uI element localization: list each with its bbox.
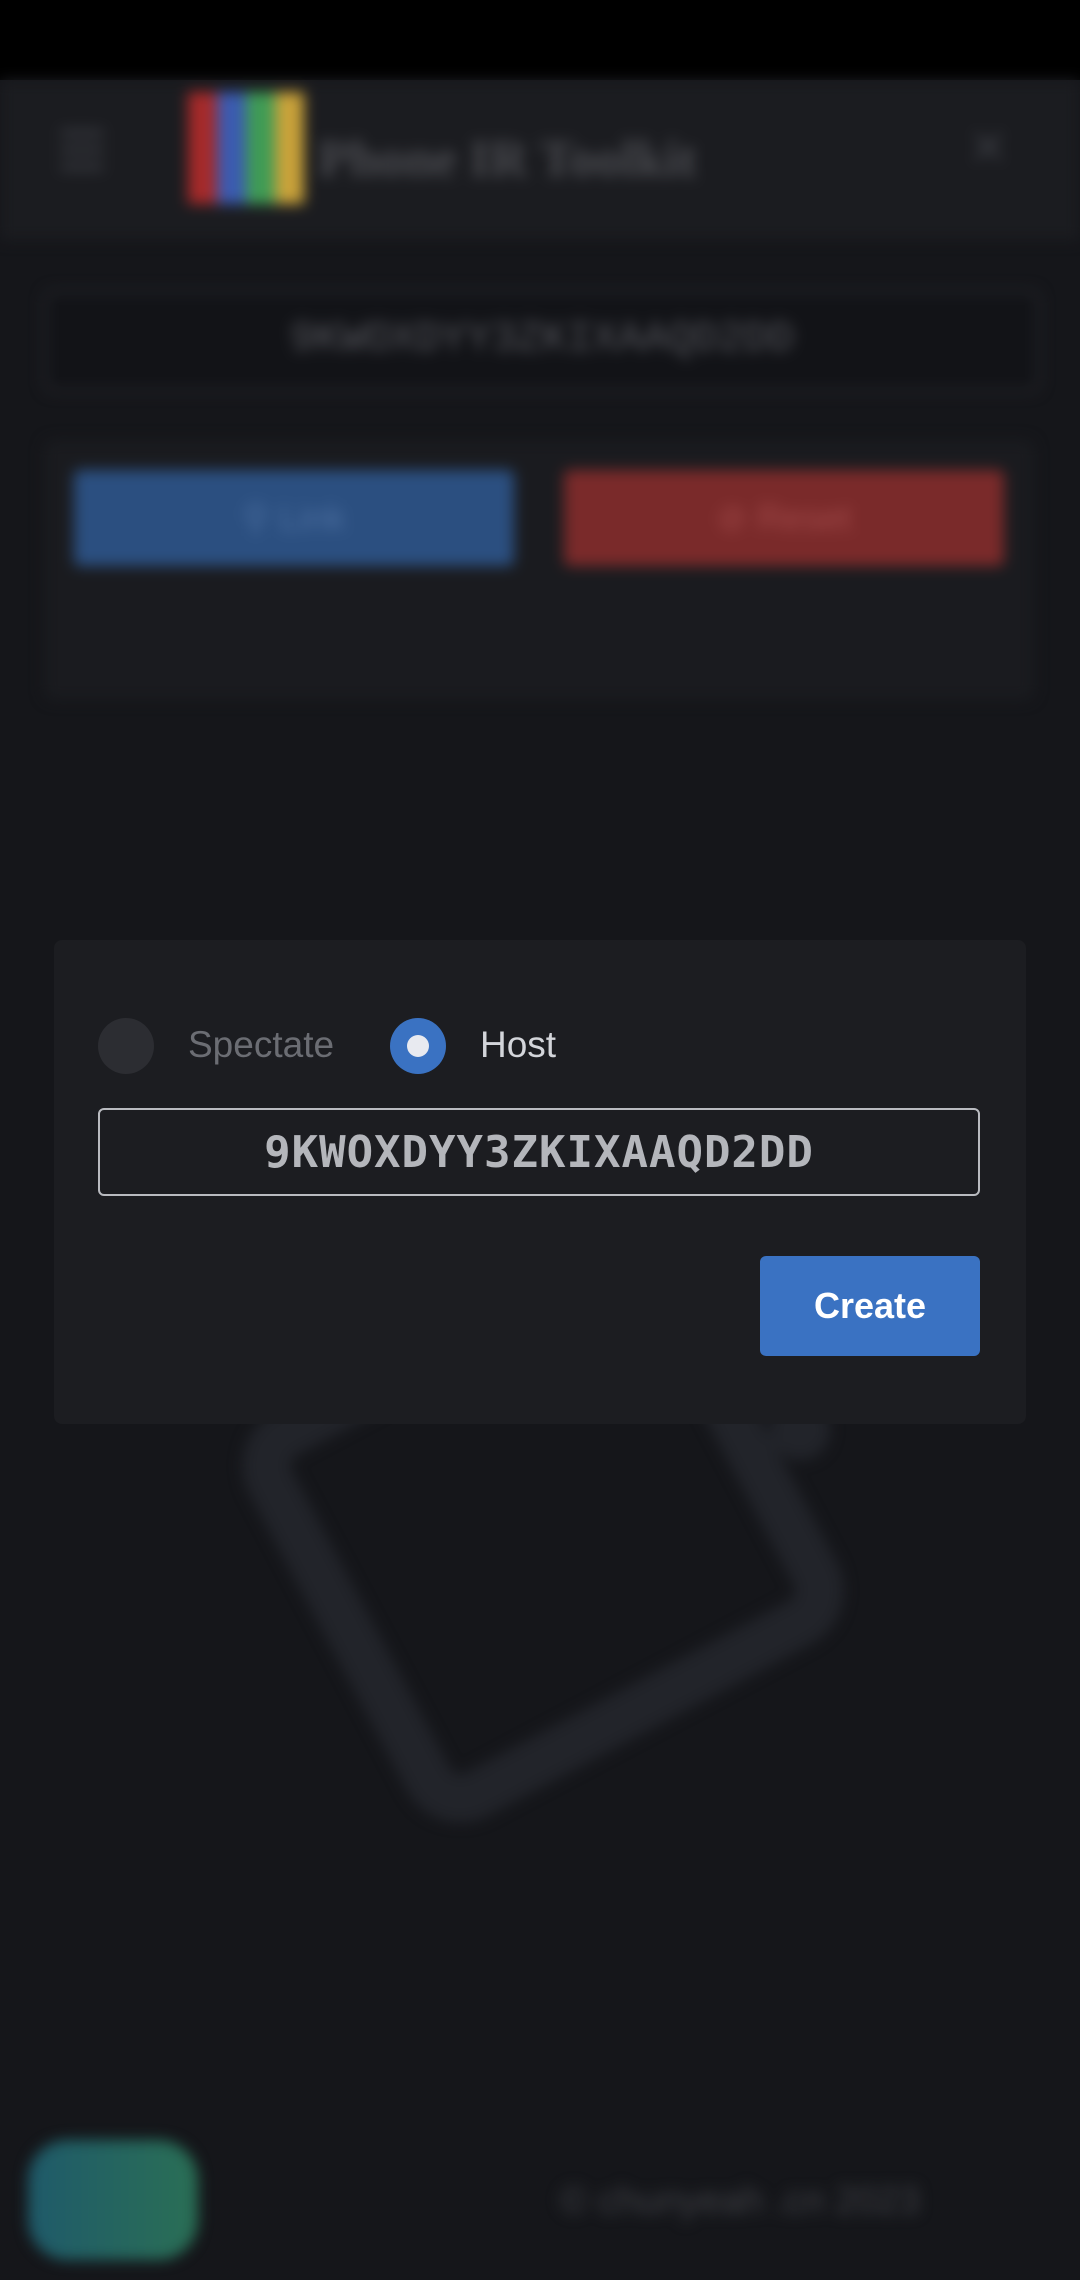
footer-logo: [28, 2140, 198, 2260]
session-code-text: 9KWOXDYY3ZKIXAAQD2DD: [289, 315, 795, 363]
menu-icon[interactable]: [60, 130, 104, 170]
reset-button[interactable]: ⊘ Reset: [564, 470, 1004, 566]
mode-radio-group: Spectate Host: [98, 1018, 998, 1078]
link-button[interactable]: ⚲ Link: [74, 470, 514, 566]
footer-copyright: © chunyeah .cn 2023: [560, 2180, 920, 2222]
spectate-radio[interactable]: [98, 1018, 154, 1074]
session-code-input[interactable]: [98, 1108, 980, 1196]
host-radio[interactable]: [390, 1018, 446, 1074]
close-icon[interactable]: ✕: [968, 120, 1008, 176]
app-logo: [188, 92, 304, 204]
create-button[interactable]: Create: [760, 1256, 980, 1356]
radio-selected-dot: [407, 1035, 429, 1057]
session-dialog: Spectate Host Create: [54, 940, 1026, 1424]
reset-button-label: Reset: [757, 497, 852, 538]
session-code-bar: 9KWOXDYY3ZKIXAAQD2DD: [44, 290, 1040, 392]
host-radio-label[interactable]: Host: [480, 1024, 556, 1066]
app-root: Phone IR Toolkit ✕ 9KWOXDYY3ZKIXAAQD2DD …: [0, 80, 1080, 2280]
spectate-radio-label[interactable]: Spectate: [188, 1024, 334, 1066]
action-panel: ⚲ Link ⊘ Reset: [44, 440, 1034, 700]
link-button-label: Link: [279, 497, 346, 538]
app-header: Phone IR Toolkit ✕: [0, 80, 1080, 240]
status-bar: [0, 0, 1080, 80]
app-title: Phone IR Toolkit: [318, 131, 697, 188]
